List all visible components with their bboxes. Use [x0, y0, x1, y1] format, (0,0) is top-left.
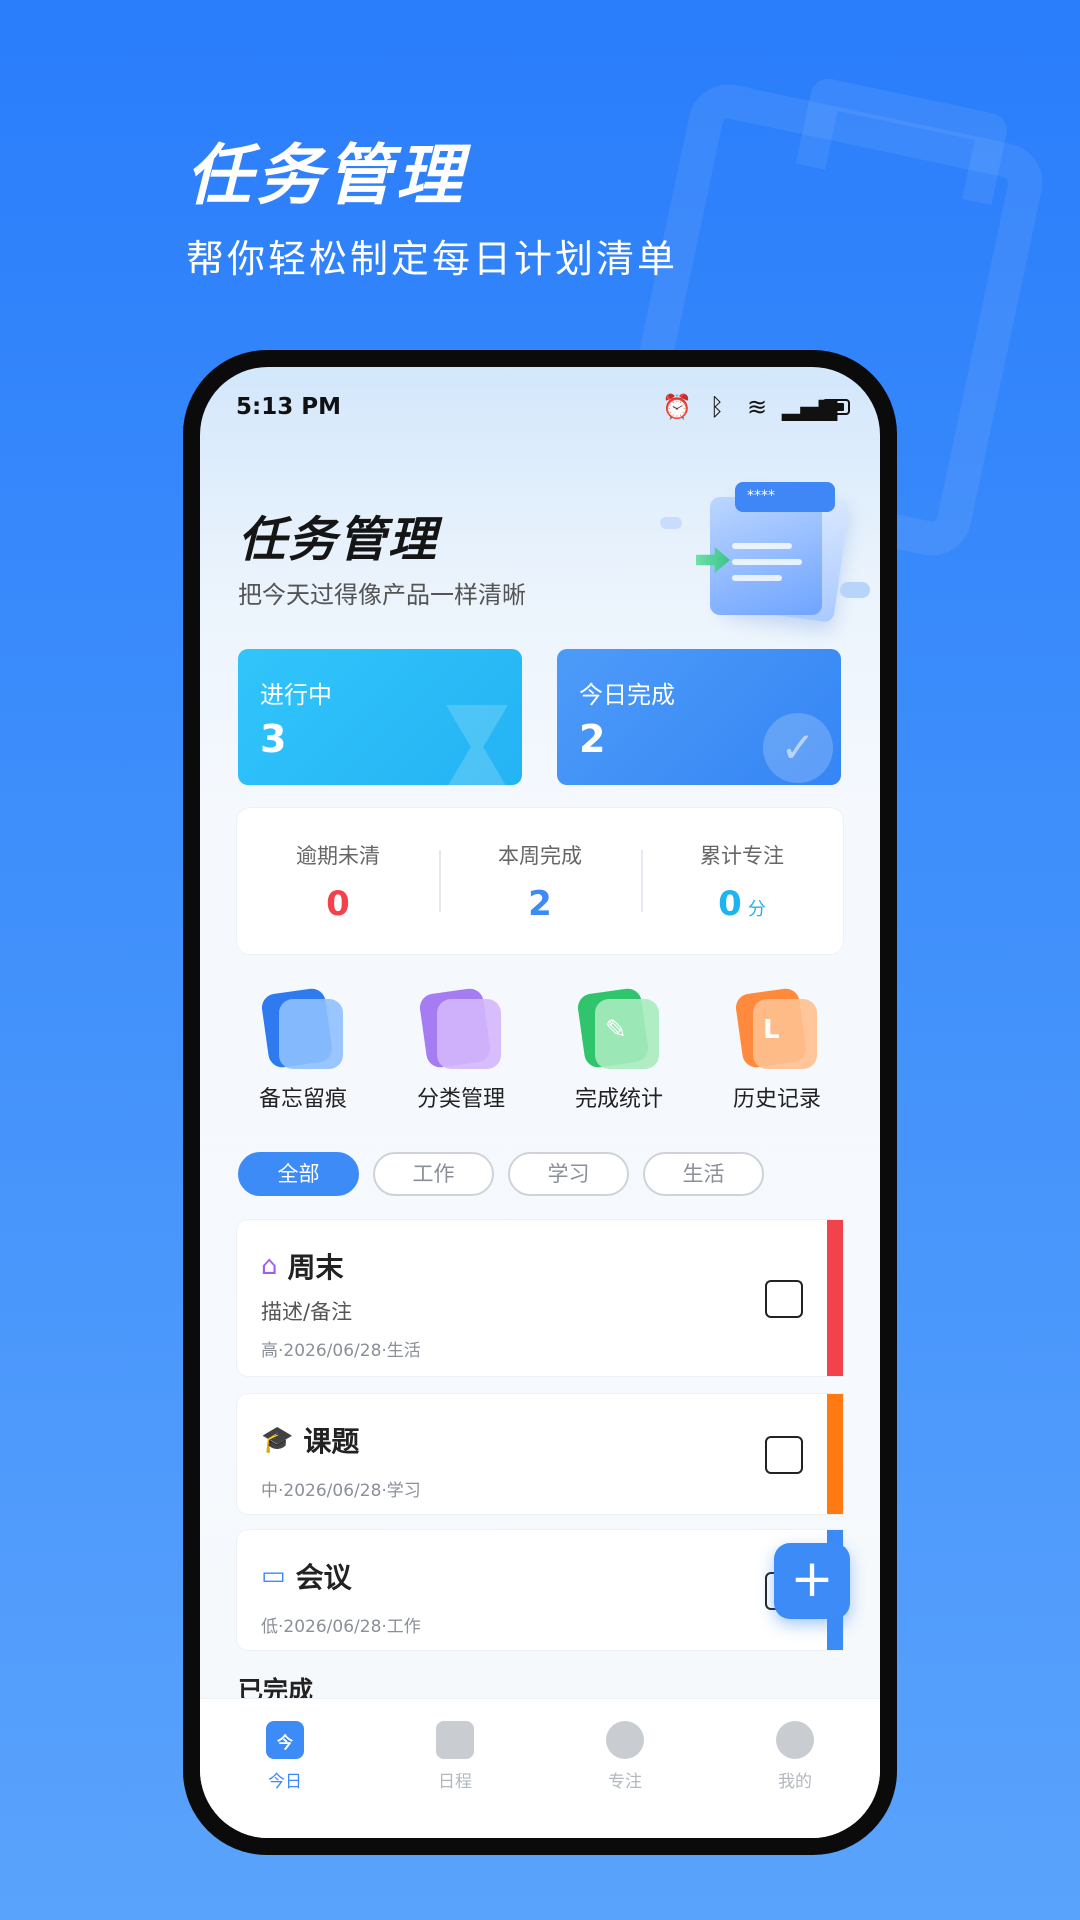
- focus-total-label: 累计专注: [700, 844, 784, 868]
- tab-schedule[interactable]: 日程: [370, 1721, 540, 1838]
- summary-panel: 逾期未清 0 本周完成 2 累计专注 0分: [236, 807, 844, 955]
- folder-icon: [418, 986, 503, 1071]
- week-done-value: 2: [528, 884, 552, 924]
- focus-total-value: 0: [718, 884, 742, 924]
- calendar-grid-icon: [436, 1721, 474, 1759]
- task-meta: 低·2026/06/28·工作: [261, 1617, 421, 1637]
- task-title: 周末: [287, 1251, 344, 1284]
- stats-label: 完成统计: [574, 1087, 663, 1112]
- history-action[interactable]: L 历史记录: [702, 986, 852, 1113]
- task-description: 描述/备注: [261, 1300, 353, 1324]
- bookmark-icon: [260, 986, 345, 1071]
- week-done-label: 本周完成: [498, 844, 582, 868]
- task-meta: 高·2026/06/28·生活: [261, 1341, 421, 1361]
- bluetooth-icon: ᛒ: [709, 393, 725, 421]
- task-meta: 中·2026/06/28·学习: [261, 1481, 421, 1501]
- clock-icon: [606, 1721, 644, 1759]
- history-icon: L: [734, 986, 819, 1071]
- focus-total-stat[interactable]: 累计专注 0分: [641, 808, 843, 954]
- today-done-label: 今日完成: [579, 681, 675, 709]
- tab-today-label: 今日: [268, 1772, 302, 1792]
- memo-action[interactable]: 备忘留痕: [228, 986, 378, 1113]
- category-action[interactable]: 分类管理: [386, 986, 536, 1113]
- password-card: ****: [735, 482, 835, 512]
- task-title: 课题: [303, 1425, 360, 1458]
- task-title: 会议: [295, 1561, 352, 1594]
- filter-chips: 全部 工作 学习 生活: [238, 1152, 764, 1196]
- priority-bar: [827, 1220, 843, 1376]
- overdue-label: 逾期未清: [296, 844, 380, 868]
- in-progress-label: 进行中: [260, 681, 332, 709]
- task-item[interactable]: ▭ 会议 低·2026/06/28·工作: [236, 1529, 844, 1651]
- in-progress-card[interactable]: 进行中 3: [238, 649, 522, 785]
- today-done-count: 2: [579, 717, 606, 761]
- home-heart-icon: ⌂: [261, 1251, 278, 1281]
- bottom-tab-bar: 今 今日 日程 专注 我的: [200, 1698, 880, 1838]
- status-time: 5:13 PM: [236, 394, 341, 420]
- tab-focus[interactable]: 专注: [540, 1721, 710, 1838]
- cloud-icon: [660, 517, 682, 529]
- alarm-icon: ⏰: [662, 393, 692, 421]
- signal-icon: ▂▄▆: [782, 393, 838, 421]
- tab-schedule-label: 日程: [438, 1772, 472, 1792]
- check-circle-icon: ✓: [763, 713, 833, 783]
- filter-study[interactable]: 学习: [508, 1152, 629, 1196]
- battery-icon: [822, 399, 850, 415]
- tab-profile-label: 我的: [778, 1772, 812, 1792]
- phone-frame: 5:13 PM ⏰ ᛒ ≋ ▂▄▆ 任务管理 把今天过得像产品一样清晰 ****: [183, 350, 897, 1855]
- filter-life[interactable]: 生活: [643, 1152, 764, 1196]
- wifi-icon: ≋: [746, 393, 768, 421]
- filter-work[interactable]: 工作: [373, 1152, 494, 1196]
- edit-icon: ✎: [576, 986, 661, 1071]
- stats-action[interactable]: ✎ 完成统计: [544, 986, 694, 1113]
- category-label: 分类管理: [416, 1087, 505, 1112]
- task-illustration: ****: [660, 462, 880, 624]
- app-screen: 5:13 PM ⏰ ᛒ ≋ ▂▄▆ 任务管理 把今天过得像产品一样清晰 ****: [200, 367, 880, 1838]
- overdue-value: 0: [326, 884, 350, 924]
- user-icon: [776, 1721, 814, 1759]
- tab-today[interactable]: 今 今日: [200, 1721, 370, 1838]
- page-title: 任务管理: [238, 512, 439, 568]
- promo-title: 任务管理: [186, 137, 466, 214]
- overdue-stat[interactable]: 逾期未清 0: [237, 808, 439, 954]
- today-done-card[interactable]: 今日完成 2 ✓: [557, 649, 841, 785]
- task-checkbox[interactable]: [765, 1436, 803, 1474]
- monitor-icon: ▭: [261, 1561, 286, 1591]
- task-item[interactable]: 🎓 课题 中·2026/06/28·学习: [236, 1393, 844, 1515]
- task-checkbox[interactable]: [765, 1280, 803, 1318]
- tab-profile[interactable]: 我的: [710, 1721, 880, 1838]
- memo-label: 备忘留痕: [258, 1087, 347, 1112]
- graduation-cap-icon: 🎓: [261, 1425, 294, 1455]
- priority-bar: [827, 1394, 843, 1514]
- page-subtitle: 把今天过得像产品一样清晰: [238, 581, 526, 609]
- task-item[interactable]: ⌂ 周末 描述/备注 高·2026/06/28·生活: [236, 1219, 844, 1377]
- week-done-stat[interactable]: 本周完成 2: [439, 808, 641, 954]
- add-task-button[interactable]: +: [774, 1543, 850, 1619]
- hourglass-icon: [446, 705, 508, 785]
- filter-all[interactable]: 全部: [238, 1152, 359, 1196]
- promo-subtitle: 帮你轻松制定每日计划清单: [186, 237, 679, 281]
- tab-focus-label: 专注: [608, 1772, 642, 1792]
- status-bar: 5:13 PM ⏰ ᛒ ≋ ▂▄▆: [200, 367, 880, 447]
- history-label: 历史记录: [732, 1087, 821, 1112]
- quick-actions: 备忘留痕 分类管理 ✎ 完成统计 L 历史记录: [228, 986, 852, 1113]
- in-progress-count: 3: [260, 717, 287, 761]
- focus-unit: 分: [747, 899, 766, 920]
- cloud-icon: [840, 582, 870, 598]
- calendar-today-icon: 今: [266, 1721, 304, 1759]
